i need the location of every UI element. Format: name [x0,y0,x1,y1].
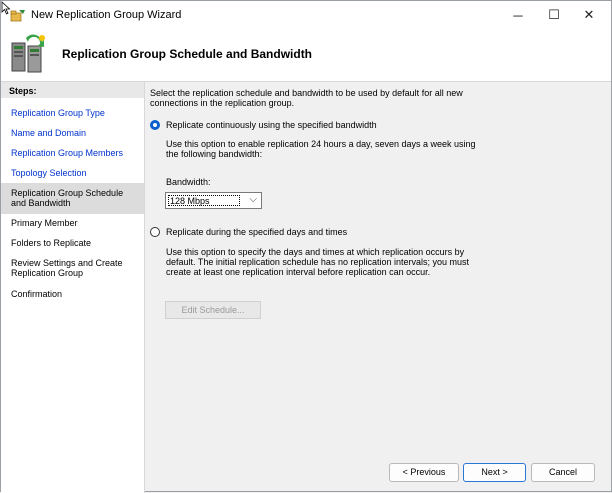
steps-heading: Steps: [1,82,144,98]
schedule-option-description: Use this option to specify the days and … [166,247,470,277]
step-primary-member: Primary Member [11,218,78,228]
minimize-icon: ─ [513,7,523,23]
intro-text: Select the replication schedule and band… [150,88,463,108]
step-topology-selection[interactable]: Topology Selection [1,168,144,178]
bandwidth-select[interactable]: 128 Mbps ⌵ [165,192,262,209]
schedule-radio[interactable] [150,227,160,237]
step-schedule-and-bandwidth: Replication Group Schedule and Bandwidth [1,183,144,214]
maximize-button[interactable]: ☐ [534,1,574,29]
window-title: New Replication Group Wizard [31,9,182,21]
continuous-option-description: Use this option to enable replication 24… [166,139,476,159]
maximize-icon: ☐ [548,7,560,22]
close-button[interactable]: ✕ [569,1,609,29]
wizard-footer: < Previous Next > Cancel [145,452,611,492]
chevron-down-icon: ⌵ [249,194,257,205]
bandwidth-label: Bandwidth: [166,177,211,187]
continuous-option-label[interactable]: Replicate continuously using the specifi… [166,120,377,131]
schedule-option-label[interactable]: Replicate during the specified days and … [166,227,347,238]
step-replication-group-type[interactable]: Replication Group Type [1,108,144,118]
step-review-settings: Review Settings and Create Replication G… [11,258,123,278]
page-title: Replication Group Schedule and Bandwidth [62,47,313,61]
main-panel: Select the replication schedule and band… [145,82,611,493]
bandwidth-value: 128 Mbps [168,195,240,206]
edit-schedule-button[interactable]: Edit Schedule... [165,301,261,319]
mouse-pointer-icon [1,1,11,15]
previous-button[interactable]: < Previous [389,463,459,482]
continuous-radio[interactable] [150,120,160,130]
step-folders-to-replicate: Folders to Replicate [11,238,92,248]
step-confirmation: Confirmation [11,289,63,299]
replication-servers-icon [11,34,45,73]
replication-app-icon [10,10,25,22]
cancel-button[interactable]: Cancel [531,463,595,482]
wizard-header: Replication Group Schedule and Bandwidth [1,29,611,82]
wizard-window: New Replication Group Wizard ─ ☐ ✕ Repli… [0,0,612,493]
step-name-and-domain[interactable]: Name and Domain [1,128,144,138]
step-replication-group-members[interactable]: Replication Group Members [1,148,144,158]
minimize-button[interactable]: ─ [498,1,538,29]
next-button[interactable]: Next > [463,463,526,482]
title-bar: New Replication Group Wizard ─ ☐ ✕ [1,1,611,29]
close-icon: ✕ [583,7,595,22]
steps-sidebar: Steps: Replication Group Type Name and D… [1,82,145,493]
